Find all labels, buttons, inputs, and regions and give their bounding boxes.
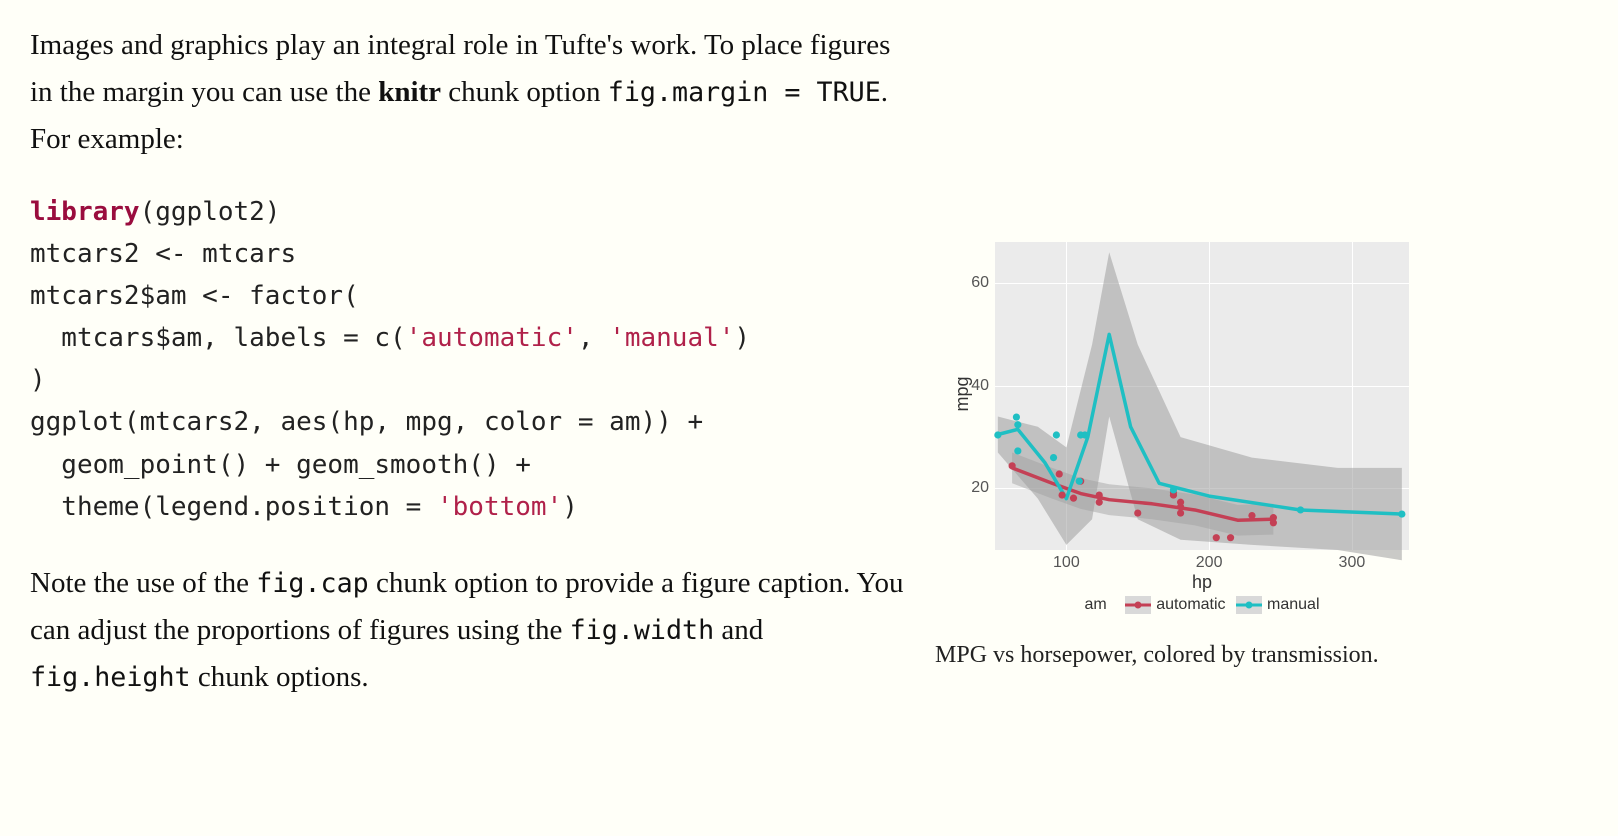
legend-swatch-manual xyxy=(1236,596,1262,614)
text: Note the use of the xyxy=(30,567,256,599)
data-point-automatic xyxy=(1213,534,1220,541)
y-tick: 20 xyxy=(949,479,989,497)
margin-column: mpg hp am automatic manual 2040601002003… xyxy=(935,22,1588,836)
data-point-automatic xyxy=(1177,509,1184,516)
legend-label-automatic: automatic xyxy=(1156,596,1225,613)
code-inline-figheight: fig.height xyxy=(30,662,191,693)
data-point-manual xyxy=(1398,510,1405,517)
data-point-automatic xyxy=(1227,534,1234,541)
legend-title: am xyxy=(1085,596,1107,613)
code-token: theme(legend.position = xyxy=(30,492,437,522)
main-column: Images and graphics play an integral rol… xyxy=(30,22,905,836)
data-point-automatic xyxy=(1248,512,1255,519)
legend-swatch-automatic xyxy=(1125,596,1151,614)
chart-legend: am automatic manual xyxy=(995,596,1409,614)
code-token: mtcars$am, labels = c( xyxy=(30,323,406,353)
text-strong-knitr: knitr xyxy=(378,76,441,108)
x-tick: 200 xyxy=(1196,554,1223,572)
code-string: 'automatic' xyxy=(406,323,578,353)
data-point-automatic xyxy=(1070,495,1077,502)
code-inline-figmargin: fig.margin = TRUE xyxy=(608,77,881,108)
data-point-manual xyxy=(1081,431,1088,438)
data-point-automatic xyxy=(1270,519,1277,526)
y-tick: 40 xyxy=(949,377,989,395)
data-point-manual xyxy=(1170,486,1177,493)
chart-svg xyxy=(995,242,1409,550)
chart: mpg hp am automatic manual 2040601002003… xyxy=(935,234,1425,616)
data-point-manual xyxy=(1053,431,1060,438)
code-token: (ggplot2) xyxy=(140,197,281,227)
data-point-manual xyxy=(1014,421,1021,428)
code-block: library(ggplot2) mtcars2 <- mtcars mtcar… xyxy=(30,191,905,528)
text: chunk option xyxy=(441,76,608,108)
figure-caption: MPG vs horsepower, colored by transmissi… xyxy=(935,638,1425,673)
data-point-automatic xyxy=(1134,509,1141,516)
legend-label-manual: manual xyxy=(1267,596,1319,613)
code-inline-figwidth: fig.width xyxy=(570,615,715,646)
data-point-manual xyxy=(994,431,1001,438)
data-point-manual xyxy=(1013,413,1020,420)
code-string: 'manual' xyxy=(609,323,734,353)
data-point-automatic xyxy=(1096,499,1103,506)
x-tick: 100 xyxy=(1053,554,1080,572)
x-tick: 300 xyxy=(1339,554,1366,572)
code-line: ) xyxy=(30,365,46,395)
y-tick: 60 xyxy=(949,274,989,292)
chart-xlabel: hp xyxy=(995,572,1409,593)
code-token: ) xyxy=(562,492,578,522)
data-point-manual xyxy=(1014,447,1021,454)
intro-paragraph: Images and graphics play an integral rol… xyxy=(30,22,905,163)
data-point-automatic xyxy=(1009,462,1016,469)
code-line: mtcars2 <- mtcars xyxy=(30,239,296,269)
data-point-automatic xyxy=(1056,470,1063,477)
code-token: , xyxy=(578,323,609,353)
code-string: 'bottom' xyxy=(437,492,562,522)
code-inline-figcap: fig.cap xyxy=(256,568,368,599)
chart-panel xyxy=(995,242,1409,550)
code-token: ) xyxy=(734,323,750,353)
code-line: geom_point() + geom_smooth() + xyxy=(30,450,531,480)
data-point-manual xyxy=(1076,478,1083,485)
code-keyword-library: library xyxy=(30,197,140,227)
post-paragraph: Note the use of the fig.cap chunk option… xyxy=(30,560,905,701)
code-line: ggplot(mtcars2, aes(hp, mpg, color = am)… xyxy=(30,407,703,437)
margin-figure: mpg hp am automatic manual 2040601002003… xyxy=(935,234,1425,673)
data-point-automatic xyxy=(1058,491,1065,498)
data-point-manual xyxy=(1050,454,1057,461)
code-line: mtcars2$am <- factor( xyxy=(30,281,359,311)
data-point-automatic xyxy=(1177,499,1184,506)
text: chunk options. xyxy=(191,661,369,693)
text: and xyxy=(714,614,763,646)
data-point-automatic xyxy=(1096,491,1103,498)
data-point-manual xyxy=(1297,506,1304,513)
